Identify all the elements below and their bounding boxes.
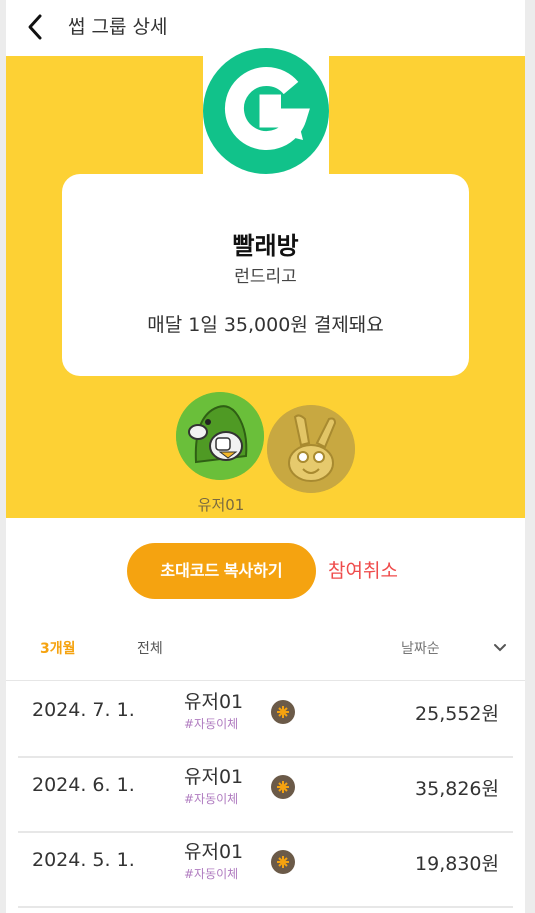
page-title: 썹 그룹 상세: [68, 16, 168, 38]
payment-method-icon: [271, 775, 295, 799]
tab-all[interactable]: 전체: [137, 638, 163, 658]
payment-amount: 35,826원: [415, 778, 499, 800]
payment-history-list: 2024. 7. 1. 유저01 #자동이체 25,552원 2024. 6. …: [6, 680, 525, 913]
laundrygo-logo-icon: [224, 67, 310, 150]
payment-user: 유저01: [184, 691, 244, 713]
payment-date: 2024. 7. 1.: [32, 699, 135, 721]
back-button[interactable]: [20, 12, 50, 42]
payment-user: 유저01: [184, 841, 244, 863]
payment-tag: #자동이체: [184, 792, 239, 806]
payment-method-icon: [271, 850, 295, 874]
chevron-down-icon[interactable]: [492, 640, 508, 656]
member-avatar[interactable]: [176, 392, 264, 480]
payment-amount: 25,552원: [415, 703, 499, 725]
rabbit-placeholder-icon: [267, 405, 355, 493]
payment-row[interactable]: 2024. 6. 1. 유저01 #자동이체 35,826원: [18, 756, 513, 833]
chevron-left-icon: [28, 14, 42, 40]
group-logo: [203, 48, 329, 174]
member-name: 유저01: [197, 496, 245, 514]
cancel-participation-link[interactable]: 참여취소: [328, 556, 398, 583]
history-filter-bar: 3개월 전체 날짜순: [6, 636, 525, 664]
group-brand: 런드리고: [234, 267, 297, 287]
payment-date: 2024. 5. 1.: [32, 849, 135, 871]
payment-date: 2024. 6. 1.: [32, 774, 135, 796]
payment-user: 유저01: [184, 766, 244, 788]
payment-row[interactable]: 2024. 7. 1. 유저01 #자동이체 25,552원: [18, 681, 513, 758]
group-hero: 빨래방 런드리고 매달 1일 35,000원 결제돼요 유저01: [6, 48, 525, 518]
payment-row[interactable]: 2024. 5. 1. 유저01 #자동이체 19,830원: [18, 831, 513, 908]
tab-3-months[interactable]: 3개월: [40, 638, 76, 658]
payment-schedule: 매달 1일 35,000원 결제돼요: [147, 314, 384, 336]
crocodile-avatar-icon: [176, 392, 264, 480]
empty-member-slot[interactable]: [267, 405, 355, 493]
group-info-card: 빨래방 런드리고 매달 1일 35,000원 결제돼요: [62, 174, 469, 376]
copy-invite-code-button[interactable]: 초대코드 복사하기: [127, 543, 316, 599]
payment-amount: 19,830원: [415, 853, 499, 875]
sort-dropdown[interactable]: 날짜순: [401, 638, 440, 658]
group-name: 빨래방: [232, 232, 299, 260]
payment-tag: #자동이체: [184, 717, 239, 731]
payment-method-icon: [271, 700, 295, 724]
payment-tag: #자동이체: [184, 867, 239, 881]
screen: 썹 그룹 상세 빨래방 런드리고 매달 1일 35,000원 결제돼요 유저01…: [6, 0, 525, 913]
